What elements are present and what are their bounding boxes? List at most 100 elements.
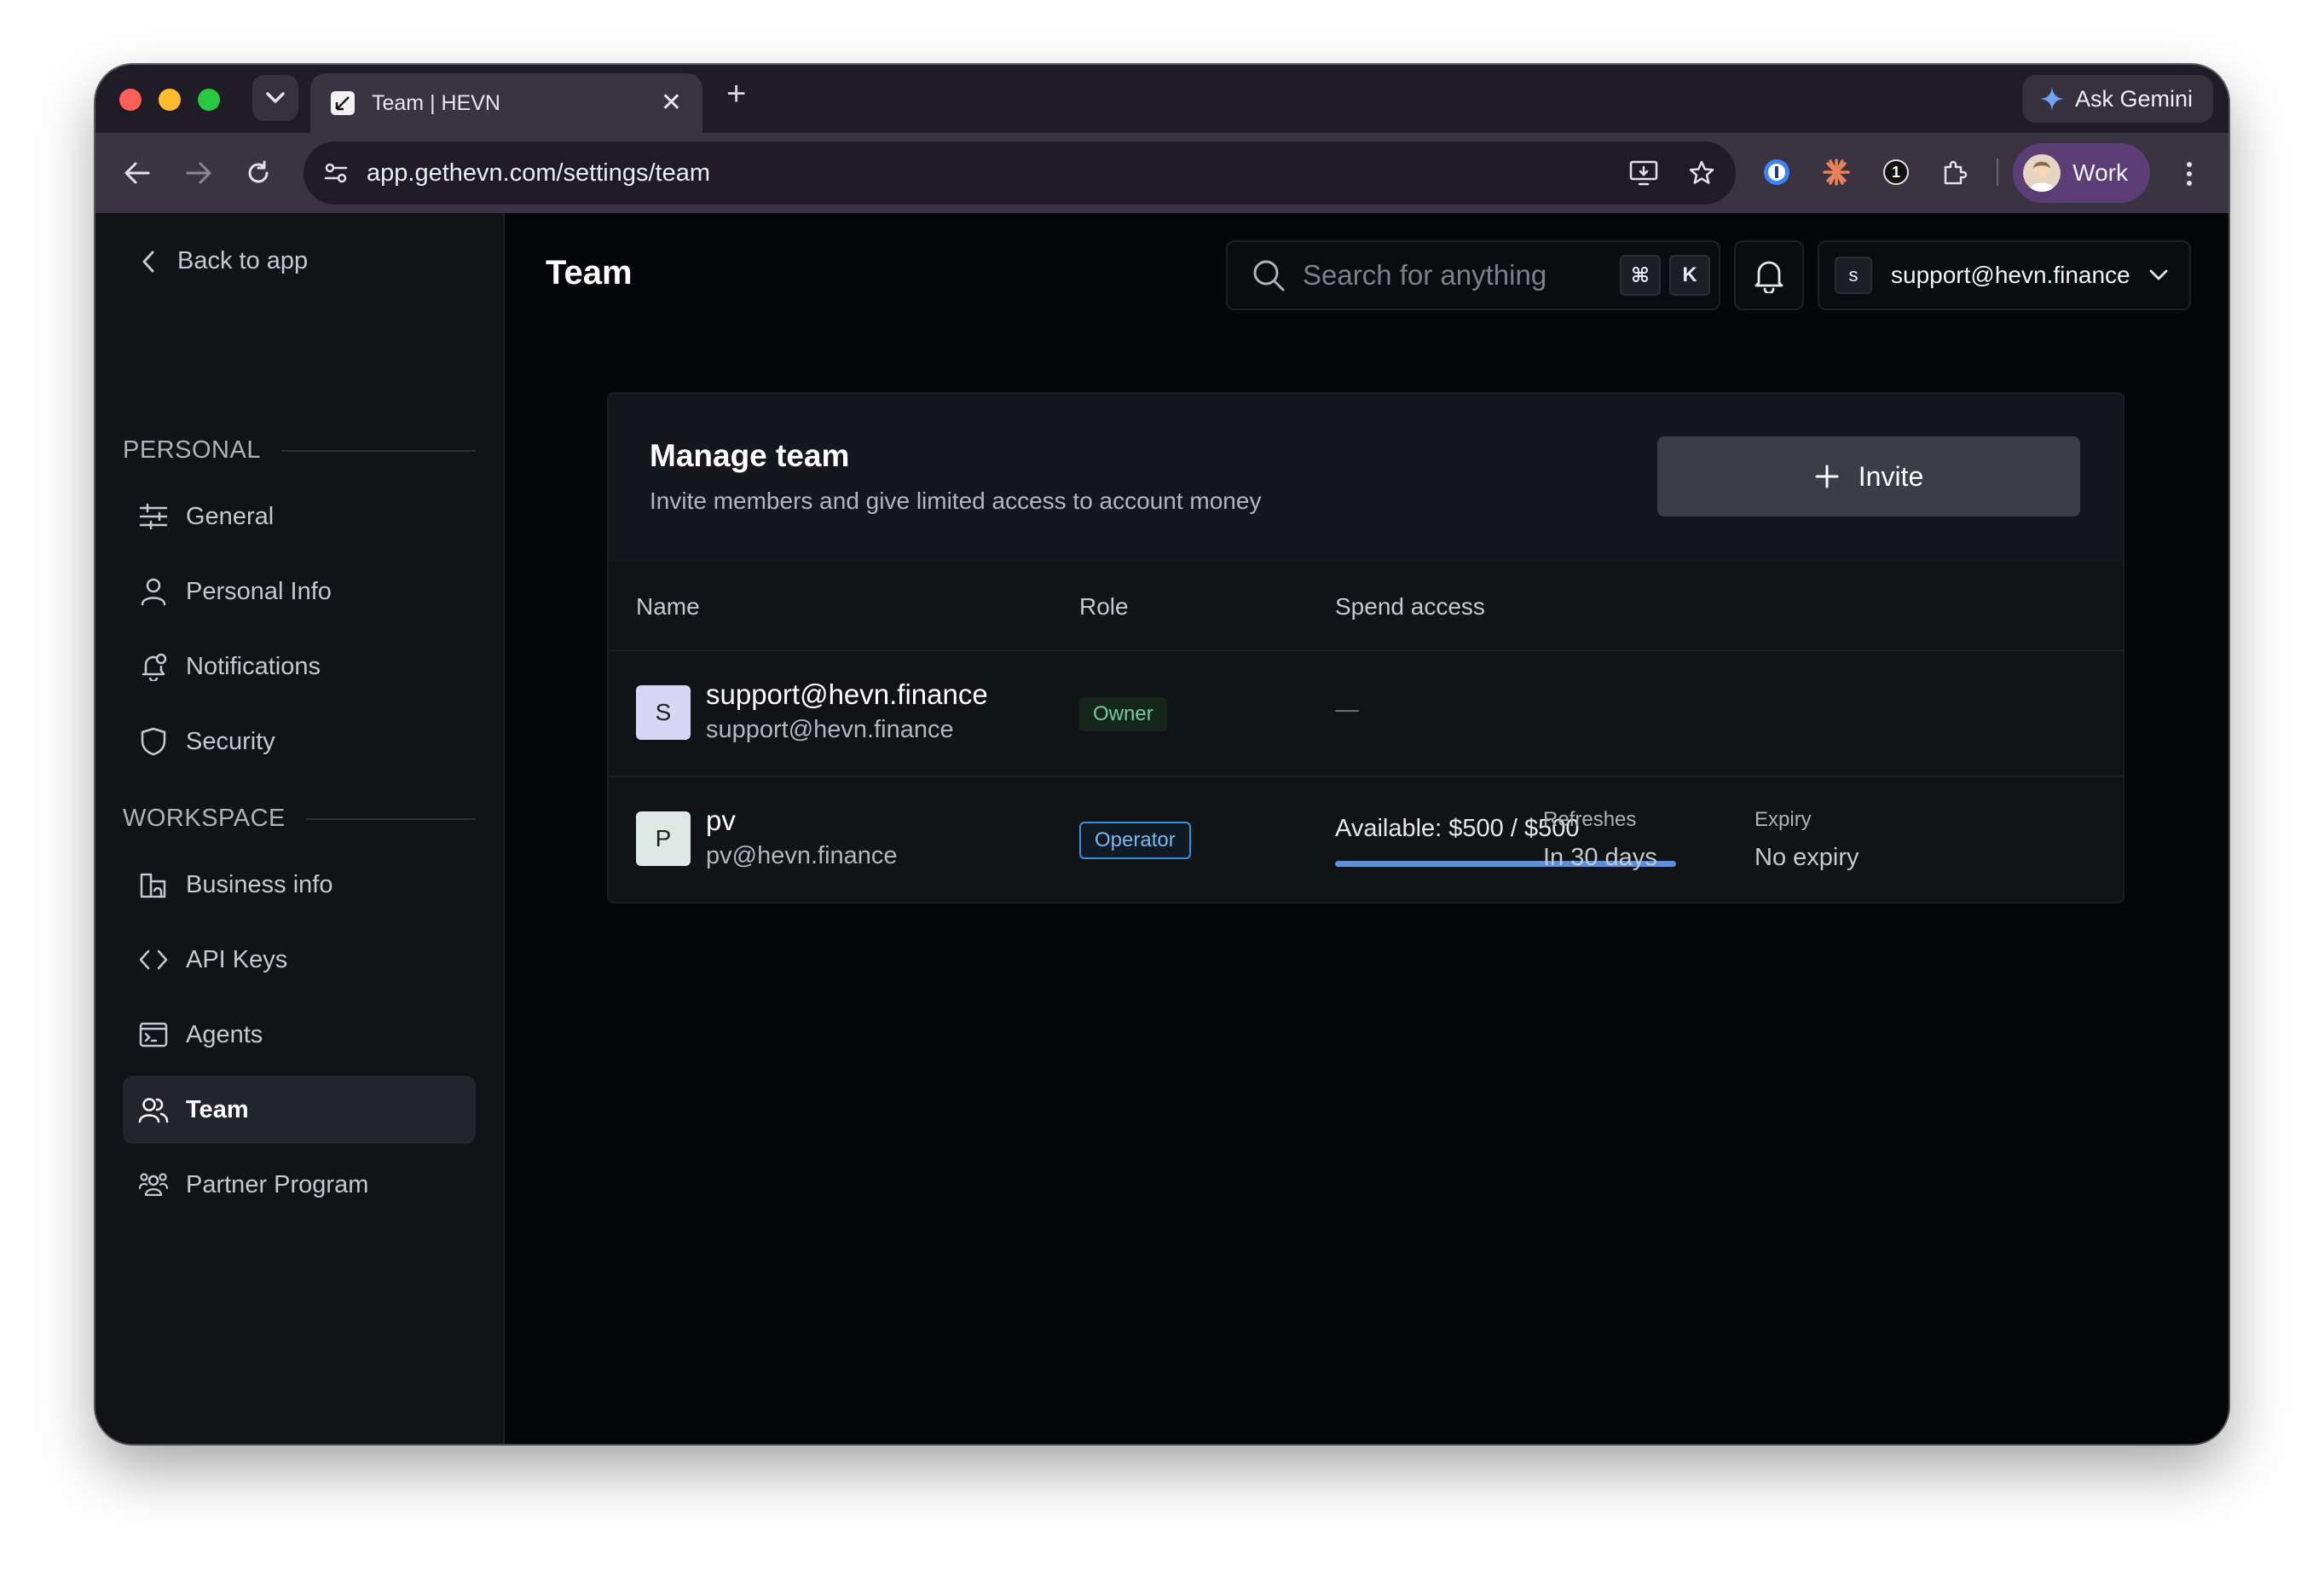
gemini-sparkle-icon xyxy=(2039,87,2064,111)
browser-window: Team | HEVN ✕ + Ask Gemini app.gethevn.c… xyxy=(95,65,2229,1444)
close-window-button[interactable] xyxy=(119,89,142,111)
personal-section-label: PERSONAL xyxy=(123,436,261,464)
sidebar-item-label: Partner Program xyxy=(186,1170,369,1198)
ask-gemini-label: Ask Gemini xyxy=(2074,85,2193,112)
profile-avatar xyxy=(2023,154,2061,192)
member-avatar: P xyxy=(636,811,691,866)
section-divider xyxy=(280,449,476,452)
plus-icon xyxy=(1815,465,1839,488)
bell-icon xyxy=(1755,261,1783,293)
users-icon xyxy=(138,1094,169,1125)
team-table-header: Name Role Spend access xyxy=(609,561,2123,651)
main-panel: Team Search for anything ⌘ K s support@h… xyxy=(505,213,2229,1444)
site-settings-icon[interactable] xyxy=(319,156,353,190)
back-to-app-label: Back to app xyxy=(177,247,309,274)
expiry-label: Expiry xyxy=(1755,808,1812,831)
sidebar-item-api-keys[interactable]: API Keys xyxy=(123,926,476,994)
browser-toolbar: app.gethevn.com/settings/team 1 Work xyxy=(95,133,2229,213)
workspace-section-label: WORKSPACE xyxy=(123,805,286,832)
tab-title: Team | HEVN xyxy=(372,90,500,115)
shortcut-cmd-key: ⌘ xyxy=(1620,255,1661,296)
role-badge-operator: Operator xyxy=(1079,822,1191,859)
url-text: app.gethevn.com/settings/team xyxy=(367,159,711,187)
install-app-icon[interactable] xyxy=(1625,154,1662,192)
forward-arrow-icon[interactable] xyxy=(179,153,218,193)
new-tab-button[interactable]: + xyxy=(726,77,746,111)
column-header-role: Role xyxy=(1079,593,1129,620)
hevn-favicon-icon xyxy=(331,91,355,115)
sidebar-item-partner-program[interactable]: Partner Program xyxy=(123,1151,476,1219)
member-avatar: S xyxy=(636,685,691,740)
bell-icon xyxy=(138,651,169,682)
sidebar-item-team[interactable]: Team xyxy=(123,1076,476,1144)
shield-icon xyxy=(138,726,169,757)
member-name: pv xyxy=(706,805,736,836)
column-header-spend-access: Spend access xyxy=(1335,593,1485,620)
sidebar-item-label: Team xyxy=(186,1095,249,1123)
tab-strip: Team | HEVN ✕ + Ask Gemini xyxy=(95,65,2229,133)
manage-team-title: Manage team xyxy=(650,438,850,473)
sidebar-item-label: General xyxy=(186,502,275,530)
sidebar-item-general[interactable]: General xyxy=(123,482,476,551)
ask-gemini-button[interactable]: Ask Gemini xyxy=(2021,75,2213,123)
chevron-down-icon xyxy=(266,92,285,103)
extensions-puzzle-icon[interactable] xyxy=(1937,153,1974,191)
reload-icon[interactable] xyxy=(239,153,278,193)
bookmark-star-icon[interactable] xyxy=(1683,154,1720,192)
personal-section-header: PERSONAL xyxy=(123,436,476,465)
building-icon xyxy=(138,869,169,900)
sliders-icon xyxy=(138,501,169,532)
search-input[interactable]: Search for anything ⌘ K xyxy=(1226,240,1720,310)
manage-team-header: Manage team Invite members and give limi… xyxy=(609,394,2123,561)
table-row[interactable]: S support@hevn.finance support@hevn.fina… xyxy=(609,651,2123,777)
tab-search-button[interactable] xyxy=(252,75,298,121)
sidebar-item-business-info[interactable]: Business info xyxy=(123,851,476,919)
sidebar-item-label: Agents xyxy=(186,1020,263,1048)
workspace-section-header: WORKSPACE xyxy=(123,805,476,833)
notifications-button[interactable] xyxy=(1734,240,1804,310)
refreshes-label: Refreshes xyxy=(1543,808,1637,831)
refreshes-value: In 30 days xyxy=(1543,844,1657,871)
column-header-name: Name xyxy=(636,593,700,620)
partners-icon xyxy=(138,1169,169,1200)
sidebar-item-label: API Keys xyxy=(186,945,288,973)
minimize-window-button[interactable] xyxy=(159,89,181,111)
table-row[interactable]: P pv pv@hevn.finance Operator Available:… xyxy=(609,777,2123,902)
account-email: support@hevn.finance xyxy=(1891,262,2130,288)
app-content: Back to app PERSONAL General Personal In… xyxy=(95,213,2229,1444)
sidebar-item-notifications[interactable]: Notifications xyxy=(123,632,476,701)
profile-name: Work xyxy=(2073,159,2128,186)
sidebar-item-security[interactable]: Security xyxy=(123,707,476,776)
asterisk-extension-icon[interactable] xyxy=(1818,153,1855,191)
back-to-app-link[interactable]: Back to app xyxy=(142,247,308,275)
badge-extension-icon[interactable]: 1 xyxy=(1877,153,1915,191)
settings-sidebar: Back to app PERSONAL General Personal In… xyxy=(95,213,505,1444)
toolbar-separator xyxy=(1997,159,1998,186)
user-icon xyxy=(138,576,169,607)
password-manager-extension-icon[interactable] xyxy=(1758,153,1795,191)
maximize-window-button[interactable] xyxy=(198,89,220,111)
code-icon xyxy=(138,944,169,975)
address-bar[interactable]: app.gethevn.com/settings/team xyxy=(304,141,1736,205)
back-arrow-icon[interactable] xyxy=(118,153,157,193)
invite-button[interactable]: Invite xyxy=(1657,436,2080,517)
manage-team-card: Manage team Invite members and give limi… xyxy=(607,392,2125,903)
sidebar-item-personal-info[interactable]: Personal Info xyxy=(123,557,476,626)
member-name: support@hevn.finance xyxy=(706,678,988,710)
profile-button[interactable]: Work xyxy=(2013,143,2150,203)
browser-menu-icon[interactable] xyxy=(2172,155,2206,193)
sidebar-item-label: Notifications xyxy=(186,652,321,680)
sidebar-item-label: Personal Info xyxy=(186,577,332,605)
browser-tab[interactable]: Team | HEVN ✕ xyxy=(310,73,702,133)
sidebar-item-agents[interactable]: Agents xyxy=(123,1001,476,1069)
shortcut-k-key: K xyxy=(1669,255,1710,296)
section-divider xyxy=(305,817,476,820)
member-email: support@hevn.finance xyxy=(706,716,954,743)
account-switcher[interactable]: s support@hevn.finance xyxy=(1818,240,2191,310)
member-email: pv@hevn.finance xyxy=(706,842,898,869)
invite-label: Invite xyxy=(1858,460,1924,492)
sidebar-item-label: Business info xyxy=(186,870,333,898)
sidebar-item-label: Security xyxy=(186,727,275,755)
account-avatar: s xyxy=(1835,257,1872,294)
tab-close-icon[interactable]: ✕ xyxy=(661,90,682,116)
